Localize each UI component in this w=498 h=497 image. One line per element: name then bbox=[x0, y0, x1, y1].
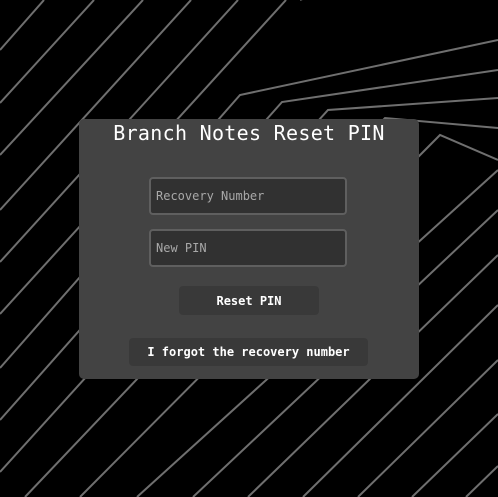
new-pin-input[interactable] bbox=[149, 229, 347, 267]
app-window: Branch Notes Reset PIN Reset PIN I forgo… bbox=[0, 0, 498, 497]
dialog-title: Branch Notes Reset PIN bbox=[113, 121, 385, 145]
reset-pin-button[interactable]: Reset PIN bbox=[179, 286, 319, 315]
reset-pin-dialog: Branch Notes Reset PIN Reset PIN I forgo… bbox=[79, 119, 419, 379]
forgot-recovery-number-button[interactable]: I forgot the recovery number bbox=[129, 338, 368, 366]
recovery-number-input[interactable] bbox=[149, 177, 347, 215]
